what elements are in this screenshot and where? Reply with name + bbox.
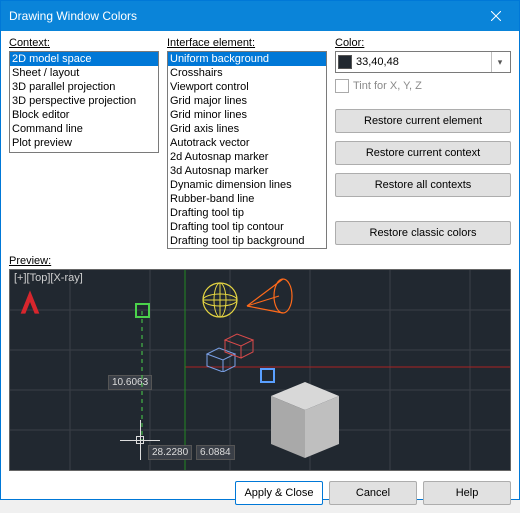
interface-item[interactable]: Grid major lines (168, 94, 326, 108)
interface-item[interactable]: Drafting tool tip contour (168, 220, 326, 234)
close-button[interactable] (473, 1, 519, 31)
interface-item[interactable]: Rubber-band line (168, 192, 326, 206)
context-item[interactable]: Command line (10, 122, 158, 136)
interface-item[interactable]: Grid axis lines (168, 122, 326, 136)
tint-label: Tint for X, Y, Z (353, 80, 422, 92)
interface-item[interactable]: Drafting tool tip background (168, 234, 326, 248)
interface-item[interactable]: Drafting tool tip (168, 206, 326, 220)
preview-section: Preview: [+][Top][X-ray] (1, 255, 519, 475)
interface-item[interactable]: Viewport control (168, 80, 326, 94)
close-icon (491, 11, 501, 21)
interface-item[interactable]: Grid minor lines (168, 108, 326, 122)
context-item[interactable]: Plot preview (10, 136, 158, 150)
dialog-footer: Apply & Close Cancel Help (1, 475, 519, 513)
interface-item[interactable]: Crosshairs (168, 66, 326, 80)
interface-item[interactable]: 2d Autosnap marker (168, 150, 326, 164)
context-item[interactable]: 3D perspective projection (10, 94, 158, 108)
apply-close-button[interactable]: Apply & Close (235, 481, 323, 505)
restore-all-contexts-button[interactable]: Restore all contexts (335, 173, 511, 197)
interface-item[interactable]: 3d Autosnap marker (168, 164, 326, 178)
checkbox-icon (335, 79, 349, 93)
cancel-button[interactable]: Cancel (329, 481, 417, 505)
context-item[interactable]: 2D model space (10, 52, 158, 66)
interface-item[interactable]: Dynamic dimension lines (168, 178, 326, 192)
context-item[interactable]: Block editor (10, 108, 158, 122)
titlebar: Drawing Window Colors (1, 1, 519, 31)
tint-checkbox[interactable]: Tint for X, Y, Z (335, 79, 511, 93)
interface-listbox[interactable]: Uniform backgroundCrosshairsViewport con… (167, 51, 327, 249)
right-column: Color: 33,40,48 ▾ Tint for X, Y, Z Resto… (335, 37, 511, 253)
preview-label: Preview: (9, 255, 511, 267)
context-column: Context: 2D model spaceSheet / layout3D … (9, 37, 159, 253)
restore-current-context-button[interactable]: Restore current context (335, 141, 511, 165)
color-value: 33,40,48 (356, 56, 487, 68)
interface-label: Interface element: (167, 37, 327, 49)
context-label: Context: (9, 37, 159, 49)
color-label: Color: (335, 37, 511, 49)
context-listbox[interactable]: 2D model spaceSheet / layout3D parallel … (9, 51, 159, 153)
restore-classic-colors-button[interactable]: Restore classic colors (335, 221, 511, 245)
restore-current-element-button[interactable]: Restore current element (335, 109, 511, 133)
interface-column: Interface element: Uniform backgroundCro… (167, 37, 327, 253)
interface-item[interactable]: Uniform background (168, 52, 326, 66)
help-button[interactable]: Help (423, 481, 511, 505)
interface-item[interactable]: Autotrack vector (168, 136, 326, 150)
track-line-icon (10, 270, 510, 470)
content-area: Context: 2D model spaceSheet / layout3D … (1, 31, 519, 255)
color-combobox[interactable]: 33,40,48 ▾ (335, 51, 511, 73)
chevron-down-icon: ▾ (491, 52, 508, 72)
color-swatch (338, 55, 352, 69)
dialog-window: Drawing Window Colors Context: 2D model … (0, 0, 520, 500)
window-title: Drawing Window Colors (9, 9, 473, 23)
preview-viewport: [+][Top][X-ray] (9, 269, 511, 471)
context-item[interactable]: Sheet / layout (10, 66, 158, 80)
context-item[interactable]: 3D parallel projection (10, 80, 158, 94)
